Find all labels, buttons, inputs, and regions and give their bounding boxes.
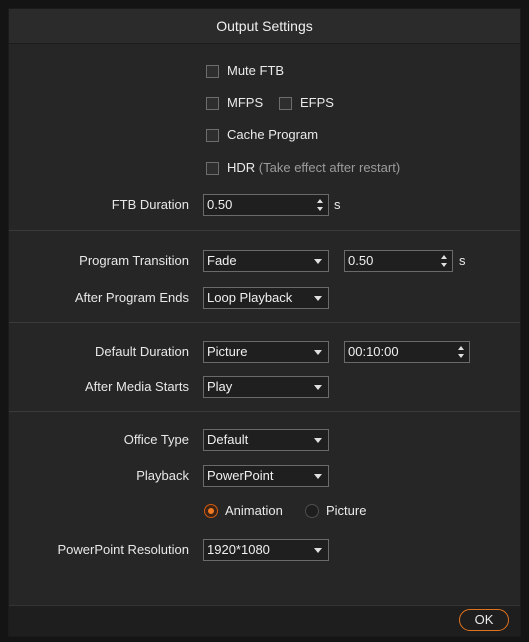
section-divider — [9, 322, 520, 323]
dropdown-arrow-icon — [314, 548, 322, 553]
cache-program-label: Cache Program — [227, 127, 319, 142]
spin-up-icon[interactable] — [458, 346, 464, 350]
picture-radio[interactable] — [305, 504, 319, 518]
office-type-value: Default — [207, 432, 249, 447]
powerpoint-resolution-select[interactable]: 1920*1080 — [203, 539, 329, 561]
ftb-duration-label: FTB Duration — [111, 197, 189, 212]
spin-down-icon[interactable] — [441, 263, 447, 267]
dropdown-arrow-icon — [314, 350, 322, 355]
hdr-label-group: HDR (Take effect after restart) — [227, 160, 400, 175]
default-duration-type-select[interactable]: Picture — [203, 341, 329, 363]
after-media-starts-value: Play — [207, 379, 233, 394]
dropdown-arrow-icon — [314, 259, 322, 264]
dropdown-arrow-icon — [314, 438, 322, 443]
after-media-starts-select[interactable]: Play — [203, 376, 329, 398]
mute-ftb-label: Mute FTB — [227, 63, 285, 78]
ftb-duration-spinbox[interactable]: 0.50 — [203, 194, 329, 216]
default-duration-type-value: Picture — [207, 344, 248, 359]
ftb-duration-unit: s — [334, 197, 341, 212]
program-transition-select[interactable]: Fade — [203, 250, 329, 272]
office-type-select[interactable]: Default — [203, 429, 329, 451]
mfps-checkbox[interactable] — [206, 97, 219, 110]
spin-down-icon[interactable] — [317, 207, 323, 211]
after-program-ends-select[interactable]: Loop Playback — [203, 287, 329, 309]
playback-label: Playback — [136, 468, 189, 483]
program-transition-value: Fade — [207, 253, 237, 268]
spin-up-icon[interactable] — [317, 199, 323, 203]
dialog-footer: OK — [9, 605, 520, 636]
section-divider — [9, 411, 520, 412]
hdr-checkbox[interactable] — [206, 162, 219, 175]
program-transition-unit: s — [459, 253, 466, 268]
powerpoint-resolution-value: 1920*1080 — [207, 542, 270, 557]
dropdown-arrow-icon — [314, 385, 322, 390]
animation-radio-label: Animation — [225, 503, 283, 518]
program-transition-duration-spinbox[interactable]: 0.50 — [344, 250, 453, 272]
office-type-label: Office Type — [123, 432, 189, 447]
efps-checkbox[interactable] — [279, 97, 292, 110]
ftb-duration-value: 0.50 — [207, 197, 233, 212]
after-program-ends-value: Loop Playback — [207, 290, 293, 305]
default-duration-time-spinbox[interactable]: 00:10:00 — [344, 341, 470, 363]
program-transition-duration-value: 0.50 — [348, 253, 374, 268]
ok-button[interactable]: OK — [459, 609, 509, 631]
dialog-title: Output Settings — [9, 9, 520, 44]
mute-ftb-checkbox[interactable] — [206, 65, 219, 78]
default-duration-time-value: 00:10:00 — [348, 344, 399, 359]
spin-up-icon[interactable] — [441, 255, 447, 259]
after-program-ends-label: After Program Ends — [74, 290, 189, 305]
efps-label: EFPS — [300, 95, 334, 110]
program-transition-label: Program Transition — [79, 253, 189, 268]
section-divider — [9, 230, 520, 231]
powerpoint-resolution-label: PowerPoint Resolution — [57, 542, 189, 557]
playback-value: PowerPoint — [207, 468, 274, 483]
dropdown-arrow-icon — [314, 474, 322, 479]
mfps-label: MFPS — [227, 95, 264, 110]
output-settings-dialog: Output Settings Mute FTB MFPS EFPS Cache… — [8, 8, 521, 637]
after-media-starts-label: After Media Starts — [84, 379, 189, 394]
spin-down-icon[interactable] — [458, 354, 464, 358]
picture-radio-label: Picture — [326, 503, 367, 518]
hdr-label: HDR — [227, 160, 256, 175]
hdr-hint: (Take effect after restart) — [258, 160, 401, 175]
animation-radio[interactable] — [204, 504, 218, 518]
playback-select[interactable]: PowerPoint — [203, 465, 329, 487]
cache-program-checkbox[interactable] — [206, 129, 219, 142]
dropdown-arrow-icon — [314, 296, 322, 301]
default-duration-label: Default Duration — [95, 344, 189, 359]
